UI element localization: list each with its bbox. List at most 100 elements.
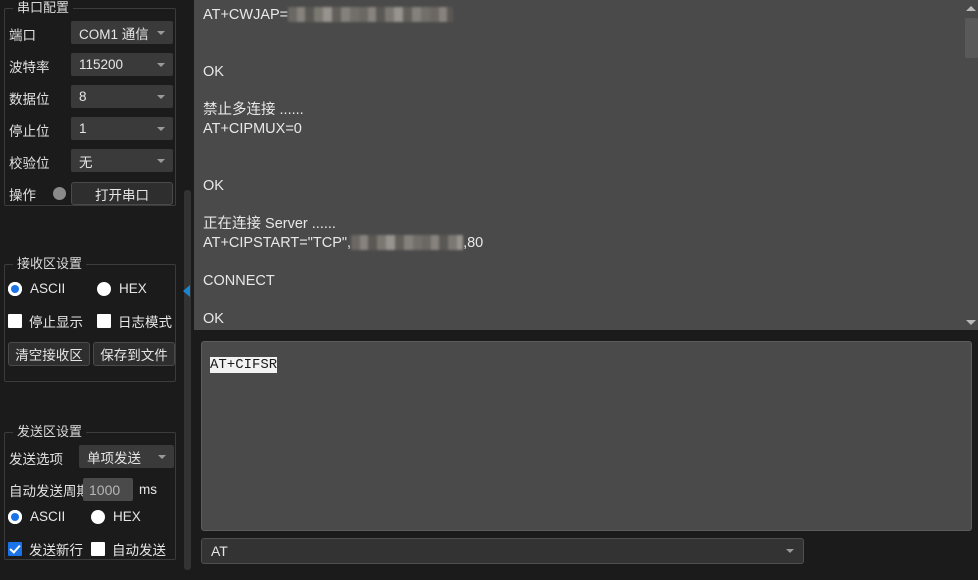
collapse-sidebar-triangle-icon[interactable]: [183, 285, 190, 297]
clear-receive-button[interactable]: 清空接收区: [8, 342, 90, 366]
panel-splitter[interactable]: [180, 0, 194, 580]
receive-settings-title: 接收区设置: [13, 256, 87, 271]
send-newline-checkbox[interactable]: 发送新行: [8, 539, 83, 559]
serial-assistant-window: 串口配置 端口 COM1 通信 波特率 115200 数据位 8 停止位 1 校…: [0, 0, 978, 580]
parity-value: 无: [79, 154, 93, 170]
databits-label: 数据位: [9, 92, 50, 107]
databits-combobox[interactable]: 8: [71, 85, 173, 108]
port-value: COM1 通信: [79, 26, 149, 42]
checkbox-off-icon: [91, 542, 105, 556]
connection-status-indicator: [53, 187, 66, 200]
send-settings-title: 发送区设置: [13, 424, 87, 439]
terminal-line: OK: [203, 178, 224, 194]
terminal-text: AT+CIPSTART="TCP",: [203, 235, 352, 251]
send-option-value: 单项发送: [87, 450, 141, 466]
send-option-combobox[interactable]: 单项发送: [79, 445, 174, 468]
recv-hex-radio[interactable]: HEX: [97, 281, 147, 296]
row-send-period: 自动发送周期 ms: [5, 477, 175, 503]
checkbox-on-icon: [8, 542, 22, 556]
receive-settings-group: 接收区设置 ASCII HEX 停止显示 日志模式 清空接收区 保存到文件: [4, 256, 176, 382]
receive-scrollbar-thumb[interactable]: [965, 18, 978, 58]
radio-off-icon: [91, 509, 105, 524]
stop-display-label: 停止显示: [29, 315, 83, 330]
chevron-down-icon: [157, 158, 165, 163]
send-option-label: 发送选项: [9, 452, 63, 467]
splitter-track[interactable]: [184, 190, 191, 570]
row-send-option: 发送选项 单项发送: [5, 445, 175, 471]
auto-send-checkbox[interactable]: 自动发送: [91, 539, 166, 559]
action-label: 操作: [9, 188, 36, 203]
send-newline-label: 发送新行: [29, 543, 83, 558]
auto-send-period-label: 自动发送周期: [9, 484, 90, 499]
serial-config-title: 串口配置: [13, 0, 74, 15]
send-textarea[interactable]: AT+CIFSR: [201, 341, 972, 531]
command-combobox[interactable]: AT: [201, 538, 804, 564]
serial-config-group: 串口配置 端口 COM1 通信 波特率 115200 数据位 8 停止位 1 校…: [4, 0, 176, 207]
stopbits-value: 1: [79, 121, 87, 136]
send-text-content: AT+CIFSR: [210, 357, 278, 374]
port-combobox[interactable]: COM1 通信: [71, 21, 173, 44]
baudrate-label: 波特率: [9, 60, 50, 75]
open-serial-port-button[interactable]: 打开串口: [71, 182, 173, 205]
auto-send-period-input[interactable]: [83, 478, 133, 501]
checkbox-off-icon: [8, 314, 22, 328]
command-value: AT: [211, 543, 228, 559]
recv-hex-label: HEX: [119, 281, 147, 296]
scroll-up-arrow-icon[interactable]: [963, 0, 978, 16]
parity-combobox[interactable]: 无: [71, 149, 173, 172]
log-mode-label: 日志模式: [118, 315, 172, 330]
checkbox-off-icon: [97, 314, 111, 328]
redacted-text: [351, 235, 464, 250]
baudrate-value: 115200: [79, 57, 124, 72]
terminal-line: AT+CIPSTART="TCP", ,80: [203, 234, 956, 253]
send-text-selection: AT+CIFSR: [210, 357, 278, 373]
chevron-down-icon: [157, 126, 165, 131]
row-action: 操作 打开串口: [5, 181, 175, 207]
send-ascii-radio[interactable]: ASCII: [8, 509, 65, 524]
baudrate-combobox[interactable]: 115200: [71, 53, 173, 76]
auto-send-label: 自动发送: [112, 543, 166, 558]
receive-scrollbar[interactable]: [962, 0, 978, 330]
recv-ascii-radio[interactable]: ASCII: [8, 281, 65, 296]
row-databits: 数据位 8: [5, 85, 175, 111]
chevron-down-icon: [786, 549, 794, 553]
save-to-file-button[interactable]: 保存到文件: [93, 342, 175, 366]
command-bar: AT 加载文件 发送数据: [194, 534, 978, 580]
row-baud: 波特率 115200: [5, 53, 175, 79]
radio-on-icon: [8, 281, 22, 296]
stopbits-combobox[interactable]: 1: [71, 117, 173, 140]
receive-textarea[interactable]: AT+CWJAP= OK 禁止多连接 ...... AT+CIPMUX=0 OK …: [194, 0, 978, 330]
period-unit-label: ms: [139, 482, 157, 497]
row-parity: 校验位 无: [5, 149, 175, 175]
radio-on-icon: [8, 509, 22, 524]
terminal-line: CONNECT: [203, 273, 275, 289]
log-mode-checkbox[interactable]: 日志模式: [97, 311, 172, 331]
row-port: 端口 COM1 通信: [5, 21, 175, 47]
row-stopbits: 停止位 1: [5, 117, 175, 143]
send-settings-group: 发送区设置 发送选项 单项发送 自动发送周期 ms ASCII HEX: [4, 424, 176, 560]
send-hex-label: HEX: [113, 509, 141, 524]
stop-display-checkbox[interactable]: 停止显示: [8, 311, 83, 331]
send-hex-radio[interactable]: HEX: [91, 509, 141, 524]
parity-label: 校验位: [9, 156, 50, 171]
recv-ascii-label: ASCII: [30, 281, 66, 296]
terminal-line: 正在连接 Server ......: [203, 216, 336, 232]
terminal-text: AT+CWJAP=: [203, 7, 289, 23]
stopbits-label: 停止位: [9, 124, 50, 139]
databits-value: 8: [79, 89, 87, 104]
port-label: 端口: [9, 28, 36, 43]
terminal-text: ,80: [463, 235, 484, 251]
chevron-down-icon: [158, 454, 166, 459]
terminal-line: 禁止多连接 ......: [203, 102, 304, 118]
send-ascii-label: ASCII: [30, 509, 66, 524]
redacted-text: [288, 7, 454, 22]
chevron-down-icon: [157, 30, 165, 35]
chevron-down-icon: [157, 94, 165, 99]
scroll-down-arrow-icon[interactable]: [963, 314, 978, 330]
